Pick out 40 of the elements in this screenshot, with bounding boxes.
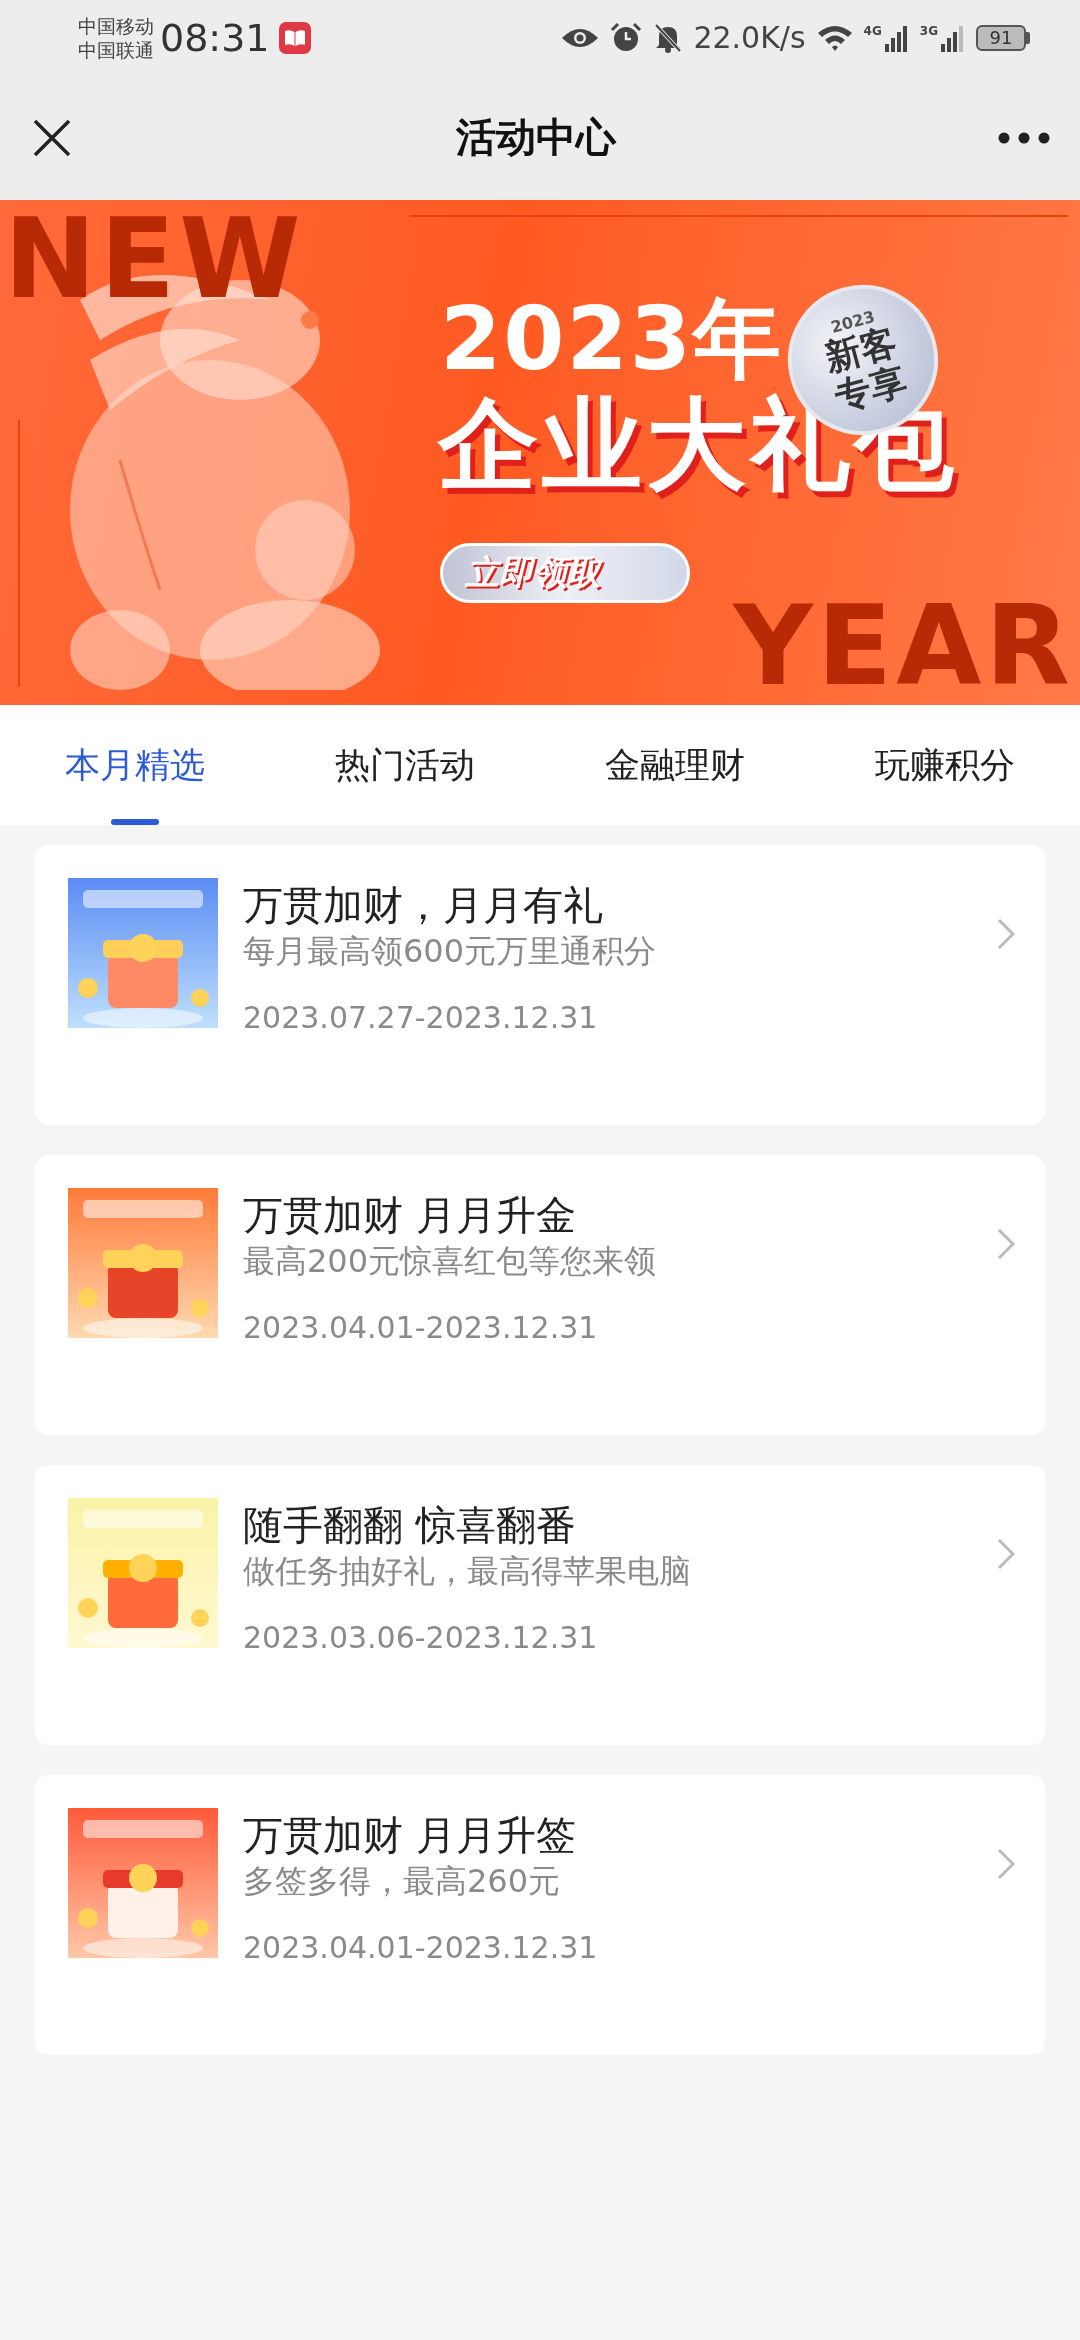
activity-period: 2023.04.01-2023.12.31 xyxy=(243,1930,599,1965)
tab[interactable]: 热门活动 xyxy=(270,705,540,825)
activity-card[interactable]: 万贯加财 月月升签 多签多得，最高260元 2023.04.01-2023.12.31 xyxy=(35,1775,1045,2055)
chevron-right-icon xyxy=(997,1228,1015,1260)
tab[interactable]: 金融理财 xyxy=(540,705,810,825)
tab[interactable]: 玩赚积分 xyxy=(810,705,1080,825)
activity-title: 万贯加财 月月升金 xyxy=(243,1191,577,1240)
activity-card[interactable]: 万贯加财 月月升金 最高200元惊喜红包等您来领 2023.04.01-2023.12.31 xyxy=(35,1155,1045,1435)
more-icon[interactable] xyxy=(998,130,1050,145)
carrier-name: 中国联通 xyxy=(78,37,154,62)
activity-period: 2023.04.01-2023.12.31 xyxy=(243,1310,599,1345)
book-app-icon xyxy=(277,20,312,55)
carrier-name: 中国移动 xyxy=(78,13,154,38)
activity-title: 万贯加财，月月有礼 xyxy=(243,881,604,930)
activity-period: 2023.07.27-2023.12.31 xyxy=(243,1000,599,1035)
activity-description: 做任务抽好礼，最高得苹果电脑 xyxy=(243,1551,692,1592)
battery-level: 91 xyxy=(976,24,1026,51)
page-title: 活动中心 xyxy=(456,113,616,162)
network-speed: 22.0K/s xyxy=(693,20,806,55)
banner-year: 2023年 xyxy=(440,295,783,383)
activity-card[interactable]: 万贯加财，月月有礼 每月最高领600元万里通积分 2023.07.27-2023.12.31 xyxy=(35,845,1045,1125)
signal-icon xyxy=(883,23,910,52)
activity-description: 最高200元惊喜红包等您来领 xyxy=(243,1241,658,1282)
bell-muted-icon xyxy=(653,21,684,54)
activity-description: 多签多得，最高260元 xyxy=(243,1861,562,1902)
activity-description: 每月最高领600元万里通积分 xyxy=(243,931,658,972)
clock-time: 08:31 xyxy=(160,15,270,60)
signal-icon xyxy=(940,23,966,52)
activity-period: 2023.03.06-2023.12.31 xyxy=(243,1620,599,1655)
activity-card[interactable]: 随手翻翻 惊喜翻番 做任务抽好礼，最高得苹果电脑 2023.03.06-2023.12.31 xyxy=(35,1465,1045,1745)
activity-title: 随手翻翻 惊喜翻番 xyxy=(243,1501,577,1550)
alarm-clock-icon xyxy=(609,21,644,54)
network-type: 3G xyxy=(919,23,938,38)
chevron-right-icon xyxy=(997,1848,1015,1880)
network-type: 4G xyxy=(863,23,882,38)
chevron-right-icon xyxy=(997,1538,1015,1570)
banner-word: YEAR xyxy=(733,591,1074,701)
activity-title: 万贯加财 月月升签 xyxy=(243,1811,577,1860)
tab[interactable]: 本月精选 xyxy=(0,705,270,825)
chevron-right-icon xyxy=(997,918,1015,950)
